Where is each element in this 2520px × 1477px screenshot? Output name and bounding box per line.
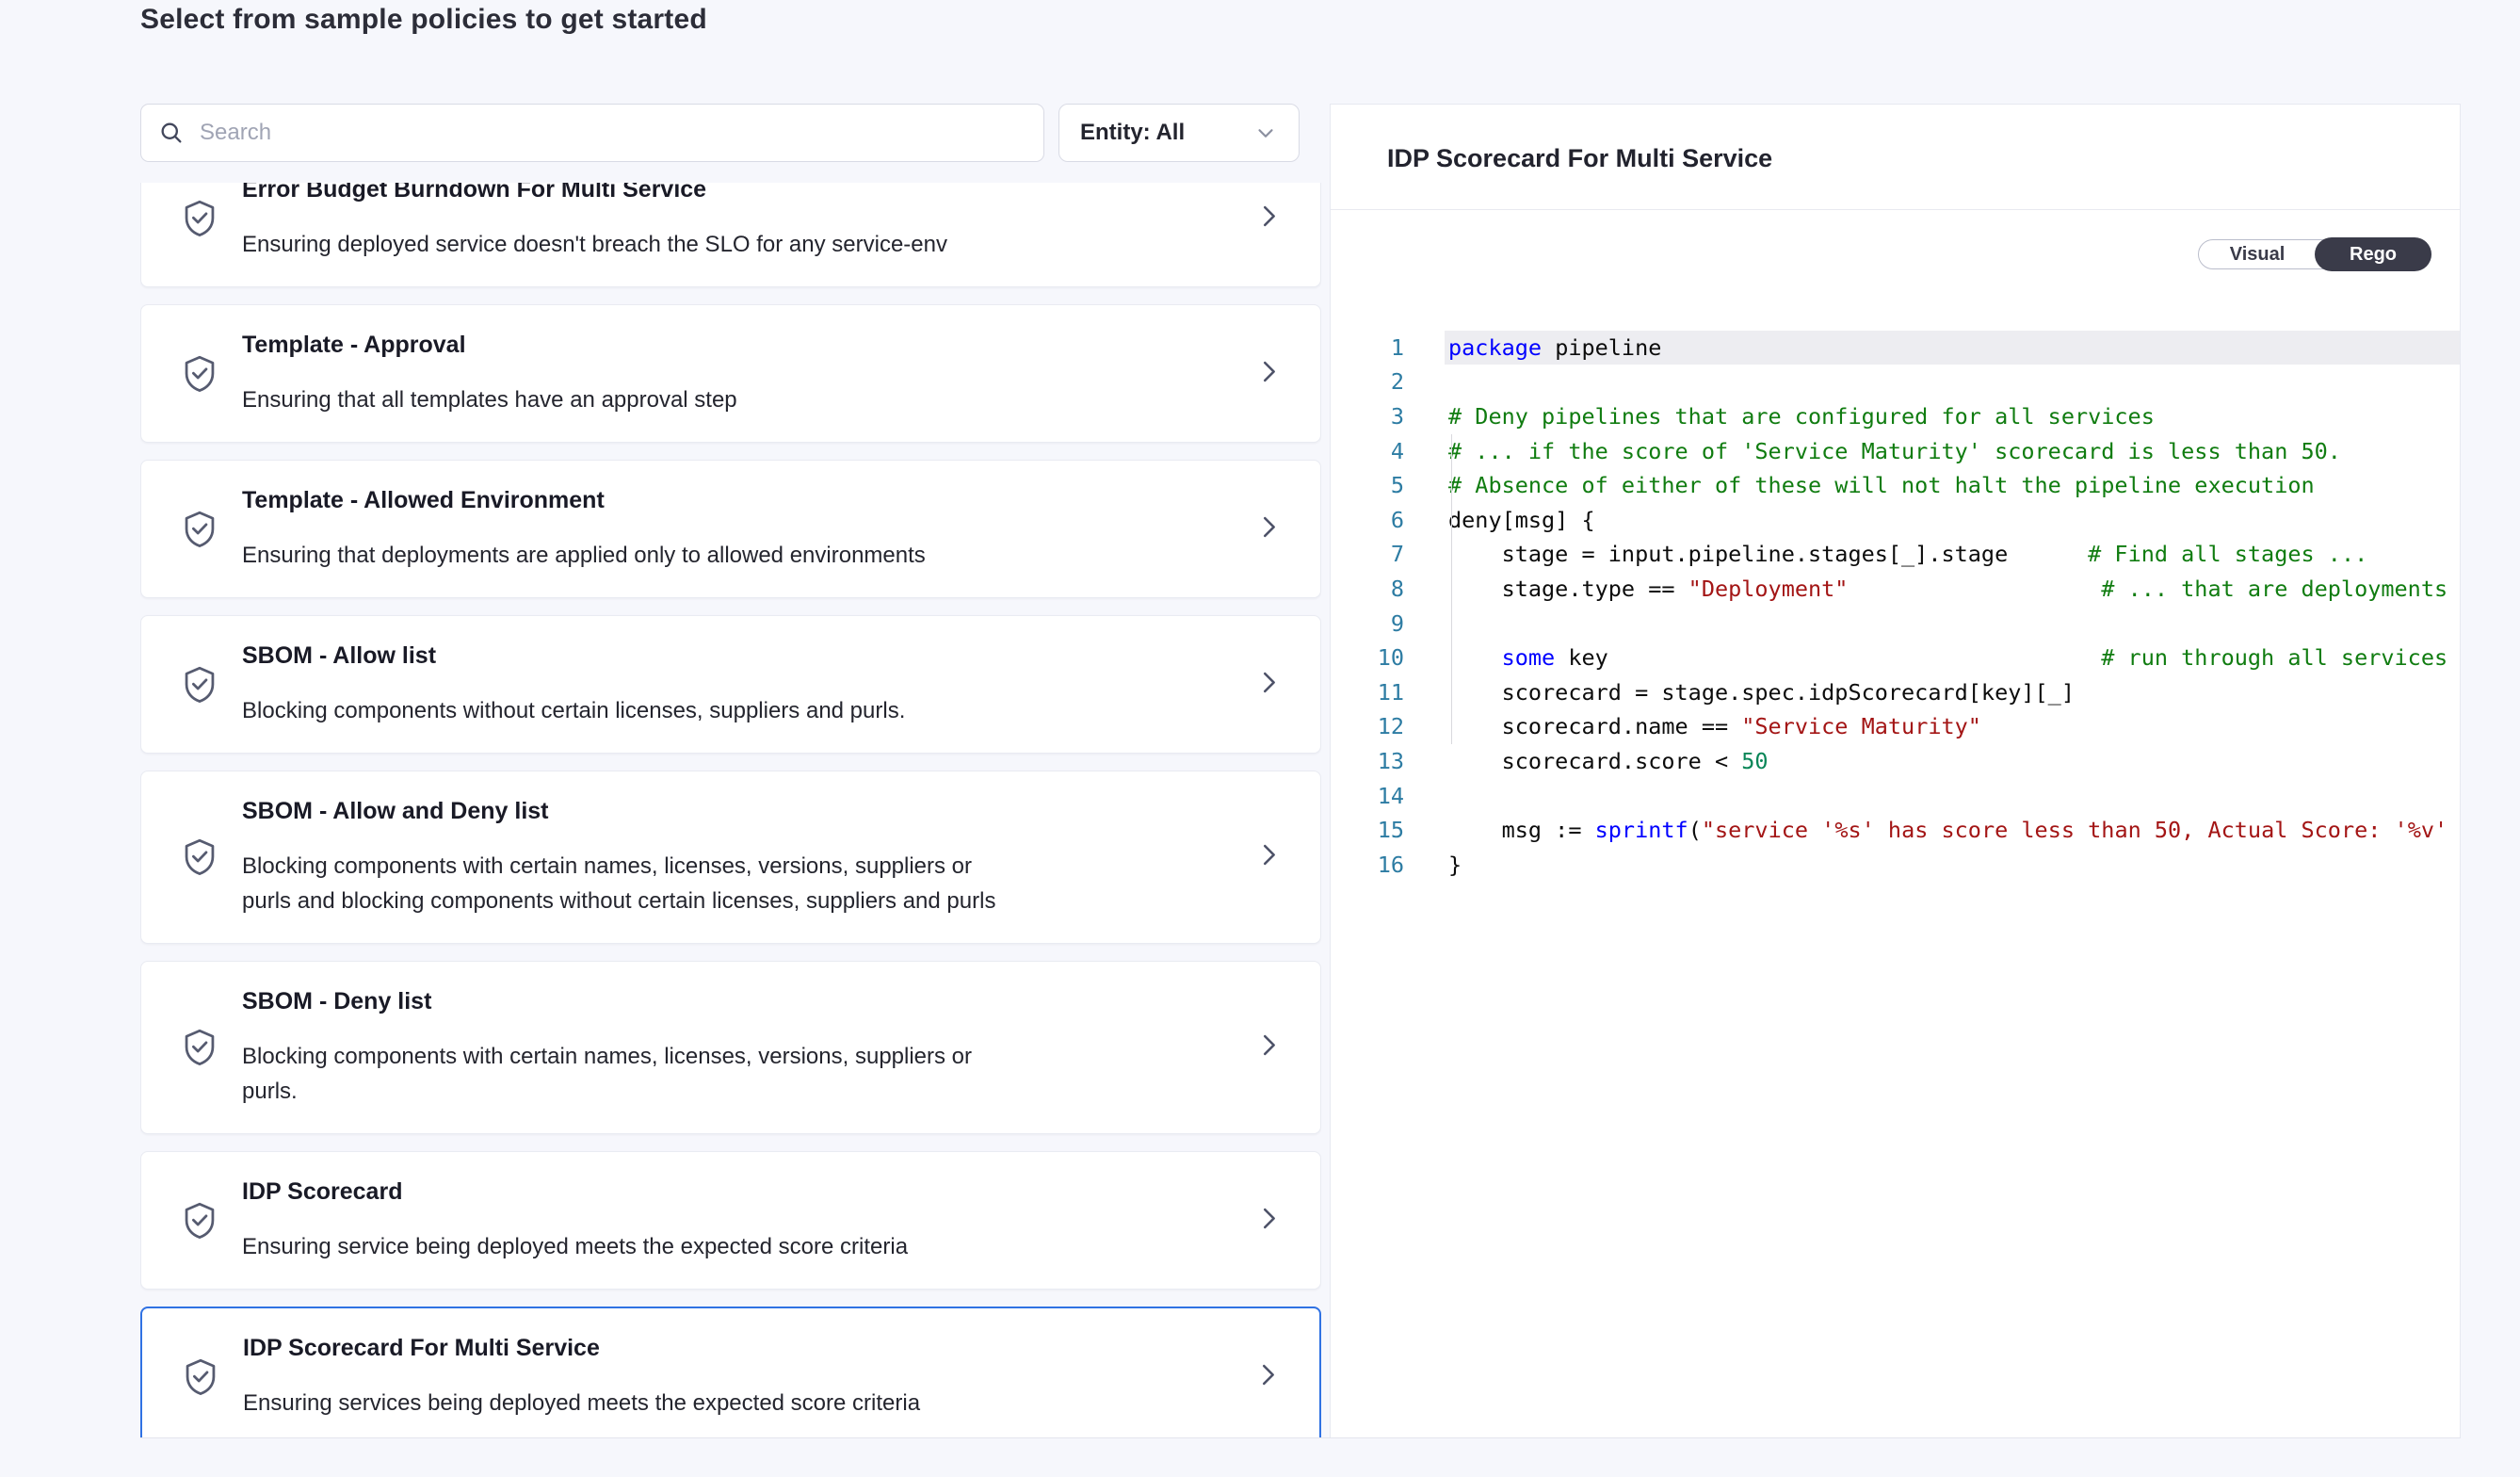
line-number: 7: [1331, 537, 1404, 572]
policy-title: IDP Scorecard: [242, 1177, 908, 1207]
chevron-right-icon: [1254, 1031, 1283, 1060]
policy-card[interactable]: IDP Scorecard Ensuring service being depl…: [140, 1151, 1321, 1290]
policy-title: Template - Approval: [242, 330, 737, 360]
chevron-right-icon: [1254, 357, 1283, 385]
line-number: 12: [1331, 709, 1404, 744]
policy-card[interactable]: SBOM - Allow list Blocking components wit…: [140, 615, 1321, 754]
search-icon: [158, 120, 185, 146]
code-line: 13 scorecard.score < 50: [1331, 744, 2460, 779]
toggle-option-rego[interactable]: Rego: [2315, 237, 2431, 271]
code-line: 2: [1331, 365, 2460, 399]
code-line: 14: [1331, 779, 2460, 814]
policy-toolbar: Entity: All: [140, 104, 1321, 162]
shield-check-icon: [179, 1198, 220, 1243]
chevron-right-icon: [1254, 1204, 1283, 1232]
chevron-down-icon: [1253, 121, 1278, 145]
shield-check-icon: [180, 1355, 221, 1400]
line-number: 9: [1331, 607, 1404, 641]
line-number: 1: [1331, 331, 1404, 365]
code-line: 7 stage = input.pipeline.stages[_].stage…: [1331, 537, 2460, 572]
policy-title: Error Budget Burndown For Multi Service: [242, 183, 947, 204]
shield-check-icon: [179, 1025, 220, 1070]
line-number: 5: [1331, 468, 1404, 503]
policy-title: SBOM - Deny list: [242, 986, 972, 1016]
policy-list: Error Budget Burndown For Multi Service E…: [140, 183, 1321, 1437]
shield-check-icon: [179, 351, 220, 397]
chevron-right-icon: [1254, 202, 1283, 230]
visual-rego-toggle: VisualRego: [2198, 239, 2431, 269]
policy-description: Ensuring services being deployed meets t…: [243, 1386, 920, 1420]
code-line: 10 some key # run through all services: [1331, 641, 2460, 675]
entity-filter-dropdown[interactable]: Entity: All: [1058, 104, 1300, 162]
policy-card[interactable]: SBOM - Deny list Blocking components with…: [140, 961, 1321, 1134]
search-box[interactable]: [140, 104, 1044, 162]
chevron-right-icon: [1254, 668, 1283, 696]
page-title: Select from sample policies to get start…: [140, 4, 2520, 36]
code-line: 1package pipeline: [1331, 331, 2460, 365]
policy-description: Ensuring that deployments are applied on…: [242, 538, 926, 573]
chevron-right-icon: [1254, 512, 1283, 541]
policy-card[interactable]: Template - Allowed Environment Ensuring t…: [140, 460, 1321, 598]
code-line: 8 stage.type == "Deployment" # ... that …: [1331, 572, 2460, 607]
shield-check-icon: [179, 835, 220, 880]
content-container: Entity: All Error Budget Burndown For Mu…: [140, 104, 2461, 1438]
policy-card[interactable]: SBOM - Allow and Deny list Blocking compo…: [140, 771, 1321, 944]
line-number: 15: [1331, 813, 1404, 848]
code-line: 11 scorecard = stage.spec.idpScorecard[k…: [1331, 675, 2460, 710]
policy-card[interactable]: Template - Approval Ensuring that all tem…: [140, 304, 1321, 443]
shield-check-icon: [179, 507, 220, 552]
chevron-right-icon: [1253, 1360, 1282, 1388]
policy-title: Template - Allowed Environment: [242, 485, 926, 515]
line-number: 10: [1331, 641, 1404, 675]
policy-title: SBOM - Allow and Deny list: [242, 796, 995, 826]
indent-guide: [1451, 434, 1452, 744]
shield-check-icon: [179, 196, 220, 241]
policy-description: Blocking components with certain names, …: [242, 849, 995, 918]
code-line: 12 scorecard.name == "Service Maturity": [1331, 709, 2460, 744]
policy-card[interactable]: IDP Scorecard For Multi Service Ensuring …: [140, 1307, 1321, 1437]
line-number: 2: [1331, 365, 1404, 399]
entity-filter-label: Entity: All: [1080, 120, 1185, 146]
code-line: 16}: [1331, 848, 2460, 883]
policy-description: Ensuring service being deployed meets th…: [242, 1229, 908, 1264]
line-number: 14: [1331, 779, 1404, 814]
policy-card[interactable]: Error Budget Burndown For Multi Service E…: [140, 183, 1321, 287]
line-number: 16: [1331, 848, 1404, 883]
code-line: 4# ... if the score of 'Service Maturity…: [1331, 434, 2460, 469]
line-number: 11: [1331, 675, 1404, 710]
shield-check-icon: [179, 662, 220, 707]
policy-title: IDP Scorecard For Multi Service: [243, 1333, 920, 1363]
code-line: 6deny[msg] {: [1331, 503, 2460, 538]
rego-code-editor[interactable]: 1package pipeline2 3# Deny pipelines tha…: [1331, 210, 2460, 950]
line-number: 8: [1331, 572, 1404, 607]
toggle-option-visual[interactable]: Visual: [2199, 239, 2316, 269]
code-line: 3# Deny pipelines that are configured fo…: [1331, 399, 2460, 434]
search-input[interactable]: [198, 119, 1026, 147]
policy-description: Ensuring that all templates have an appr…: [242, 382, 737, 417]
code-line: 5# Absence of either of these will not h…: [1331, 468, 2460, 503]
chevron-right-icon: [1254, 841, 1283, 869]
policy-title: SBOM - Allow list: [242, 641, 905, 671]
line-number: 6: [1331, 503, 1404, 538]
policy-detail-panel: IDP Scorecard For Multi Service 1package…: [1330, 104, 2461, 1437]
policy-description: Blocking components with certain names, …: [242, 1039, 972, 1109]
policy-browser: Entity: All Error Budget Burndown For Mu…: [140, 104, 1321, 1437]
code-line: 15 msg := sprintf("service '%s' has scor…: [1331, 813, 2460, 848]
policy-detail-title: IDP Scorecard For Multi Service: [1331, 105, 2460, 209]
line-number: 3: [1331, 399, 1404, 434]
policy-description: Blocking components without certain lice…: [242, 693, 905, 728]
line-number: 4: [1331, 434, 1404, 469]
line-number: 13: [1331, 744, 1404, 779]
policy-description: Ensuring deployed service doesn't breach…: [242, 227, 947, 262]
code-line: 9: [1331, 607, 2460, 641]
